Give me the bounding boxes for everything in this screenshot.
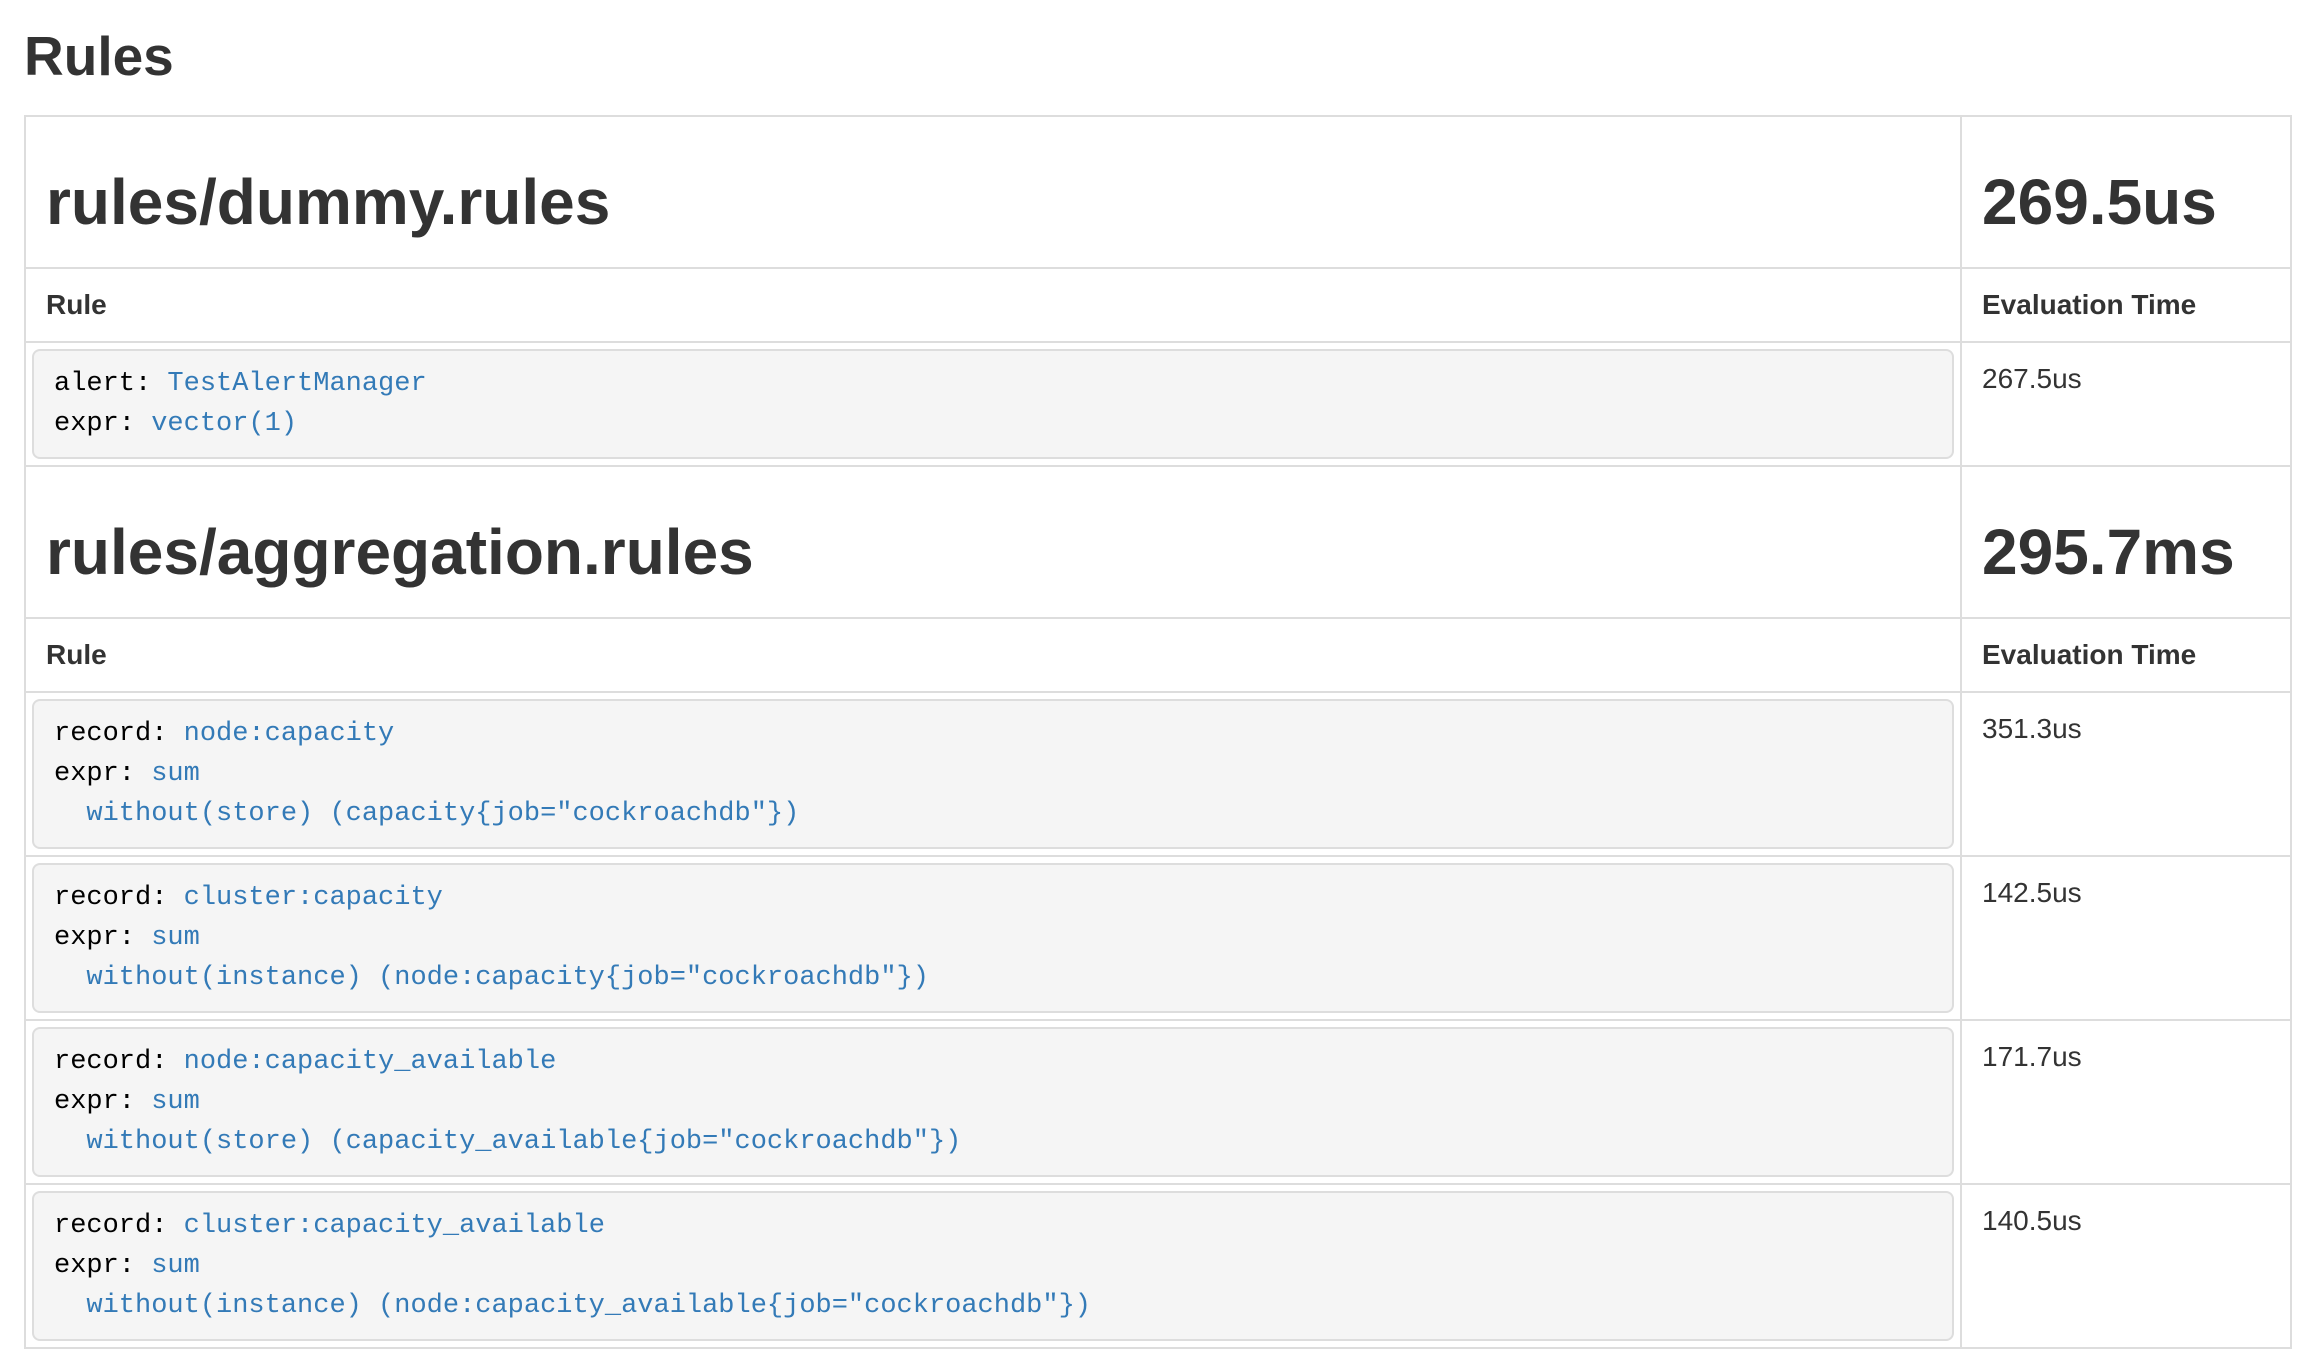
- rule-evaluation-time: 351.3us: [1961, 692, 2291, 856]
- rule-keyword: record:: [54, 883, 167, 913]
- rule-pre: record: node:capacity_available expr: su…: [32, 1027, 1954, 1177]
- column-header-row: Rule Evaluation Time: [25, 618, 2291, 692]
- column-header-rule: Rule: [25, 618, 1961, 692]
- rule-cell: record: cluster:capacity_available expr:…: [25, 1184, 1961, 1348]
- rule-expr-link[interactable]: sum without(store) (capacity{job="cockro…: [54, 759, 799, 829]
- rule-keyword: record:: [54, 1211, 167, 1241]
- rule-cell: record: node:capacity_available expr: su…: [25, 1020, 1961, 1184]
- rule-name-link[interactable]: node:capacity_available: [184, 1047, 557, 1077]
- rule-expr-link[interactable]: vector(1): [151, 409, 297, 439]
- rule-name-link[interactable]: node:capacity: [184, 719, 395, 749]
- page-container: Rules rules/dummy.rules 269.5us Rule Eva…: [0, 26, 2316, 1349]
- rule-expr-link[interactable]: sum without(instance) (node:capacity{job…: [54, 923, 929, 993]
- rule-row: record: node:capacity expr: sum without(…: [25, 692, 2291, 856]
- column-header-evaluation-time: Evaluation Time: [1961, 618, 2291, 692]
- rule-pre: record: cluster:capacity expr: sum witho…: [32, 863, 1954, 1013]
- expr-keyword: expr:: [54, 1251, 135, 1281]
- rule-pre: record: node:capacity expr: sum without(…: [32, 699, 1954, 849]
- rule-evaluation-time: 140.5us: [1961, 1184, 2291, 1348]
- group-evaluation-time: 269.5us: [1982, 167, 2270, 237]
- expr-keyword: expr:: [54, 759, 135, 789]
- group-file-cell: rules/dummy.rules: [25, 116, 1961, 268]
- expr-keyword: expr:: [54, 923, 135, 953]
- group-header-row: rules/aggregation.rules 295.7ms: [25, 466, 2291, 618]
- rule-name-link[interactable]: cluster:capacity: [184, 883, 443, 913]
- rule-keyword: record:: [54, 1047, 167, 1077]
- column-header-evaluation-time: Evaluation Time: [1961, 268, 2291, 342]
- rule-cell: record: cluster:capacity expr: sum witho…: [25, 856, 1961, 1020]
- rule-row: alert: TestAlertManager expr: vector(1) …: [25, 342, 2291, 466]
- column-header-row: Rule Evaluation Time: [25, 268, 2291, 342]
- group-file-cell: rules/aggregation.rules: [25, 466, 1961, 618]
- group-header-row: rules/dummy.rules 269.5us: [25, 116, 2291, 268]
- rule-row: record: cluster:capacity expr: sum witho…: [25, 856, 2291, 1020]
- rule-evaluation-time: 142.5us: [1961, 856, 2291, 1020]
- group-file-title: rules/aggregation.rules: [46, 517, 1940, 587]
- rule-pre: alert: TestAlertManager expr: vector(1): [32, 349, 1954, 459]
- expr-keyword: expr:: [54, 409, 135, 439]
- rule-expr-link[interactable]: sum without(instance) (node:capacity_ava…: [54, 1251, 1091, 1321]
- rule-cell: record: node:capacity expr: sum without(…: [25, 692, 1961, 856]
- group-time-cell: 295.7ms: [1961, 466, 2291, 618]
- page-title: Rules: [24, 26, 2292, 86]
- rule-expr-link[interactable]: sum without(store) (capacity_available{j…: [54, 1087, 961, 1157]
- rule-pre: record: cluster:capacity_available expr:…: [32, 1191, 1954, 1341]
- rule-keyword: alert:: [54, 369, 151, 399]
- rule-keyword: record:: [54, 719, 167, 749]
- expr-keyword: expr:: [54, 1087, 135, 1117]
- rule-cell: alert: TestAlertManager expr: vector(1): [25, 342, 1961, 466]
- rule-name-link[interactable]: TestAlertManager: [167, 369, 426, 399]
- column-header-rule: Rule: [25, 268, 1961, 342]
- group-file-title: rules/dummy.rules: [46, 167, 1940, 237]
- rule-name-link[interactable]: cluster:capacity_available: [184, 1211, 605, 1241]
- rules-table: rules/dummy.rules 269.5us Rule Evaluatio…: [24, 115, 2292, 1349]
- rule-evaluation-time: 267.5us: [1961, 342, 2291, 466]
- rule-row: record: node:capacity_available expr: su…: [25, 1020, 2291, 1184]
- group-time-cell: 269.5us: [1961, 116, 2291, 268]
- rule-row: record: cluster:capacity_available expr:…: [25, 1184, 2291, 1348]
- rule-evaluation-time: 171.7us: [1961, 1020, 2291, 1184]
- group-evaluation-time: 295.7ms: [1982, 517, 2270, 587]
